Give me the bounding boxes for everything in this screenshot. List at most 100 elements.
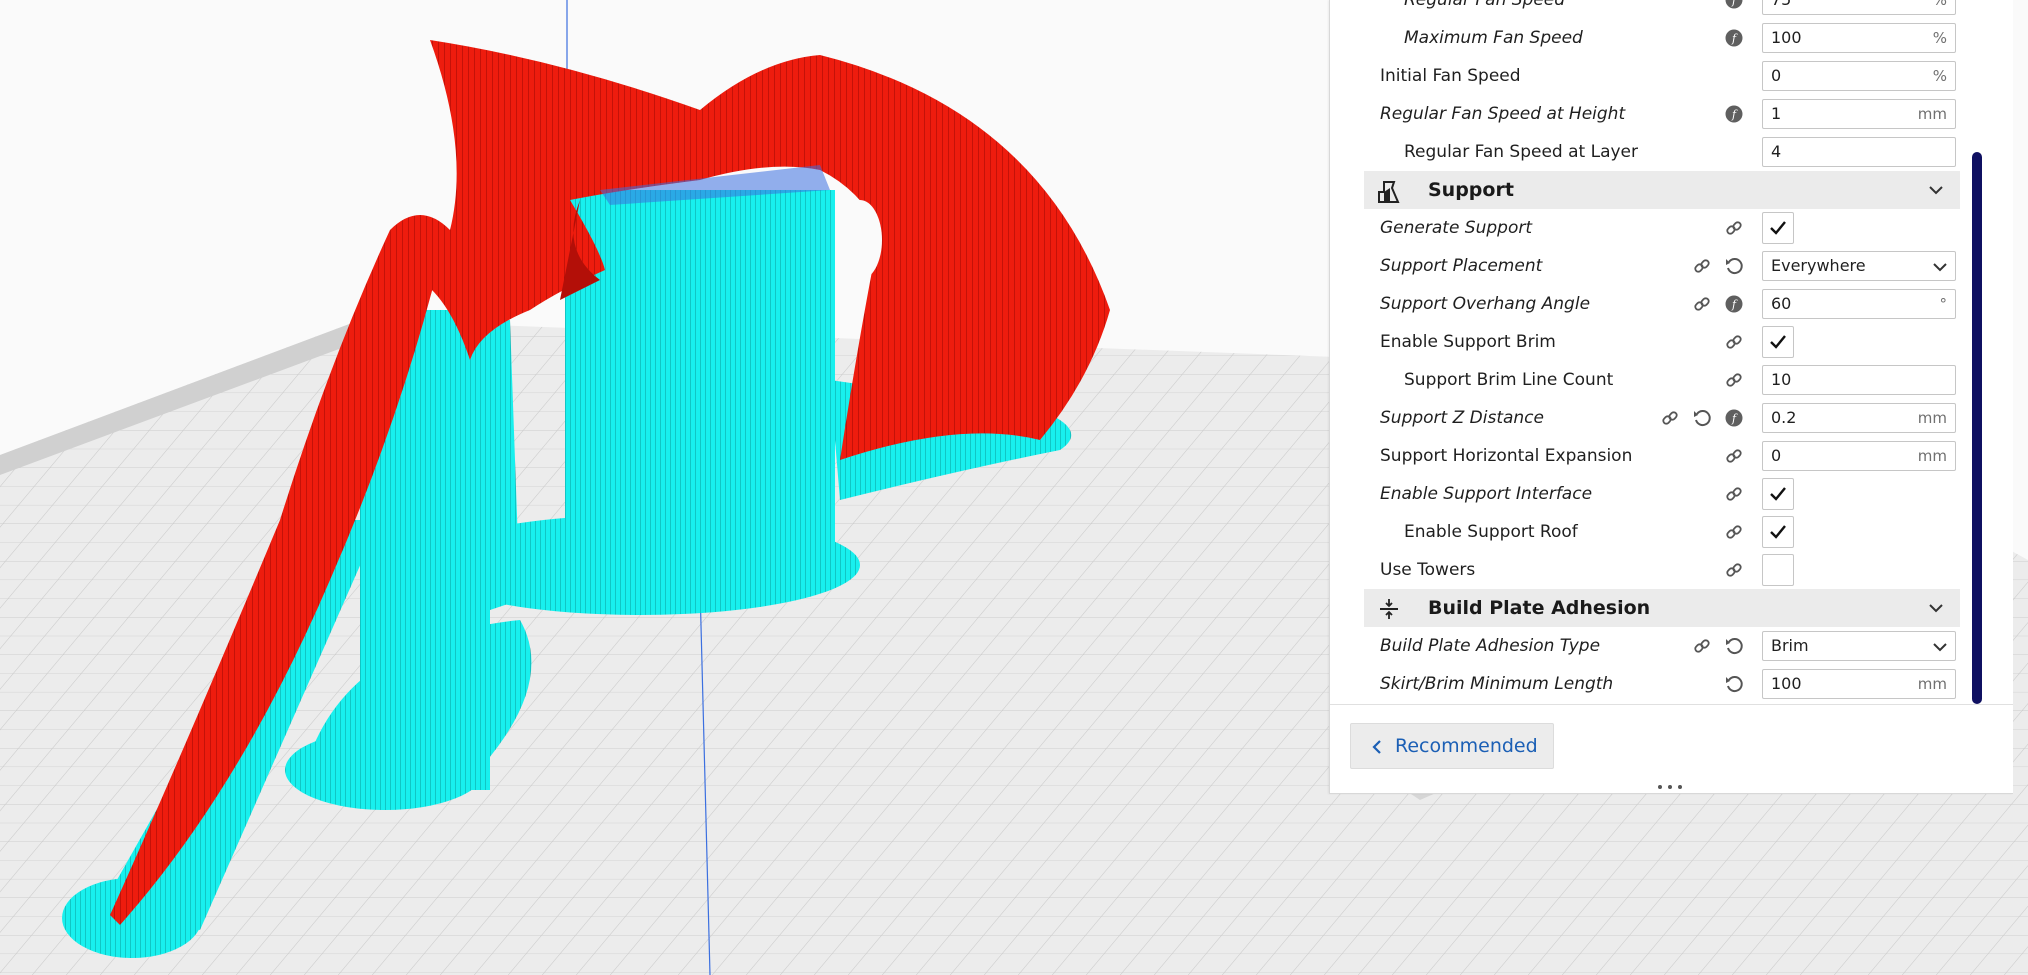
resize-handle-icon[interactable] xyxy=(1655,783,1685,791)
use-towers-checkbox[interactable] xyxy=(1762,554,1794,586)
setting-label: Initial Fan Speed xyxy=(1380,66,1521,86)
setting-label: Enable Support Brim xyxy=(1380,332,1556,352)
enable-support-brim-checkbox[interactable] xyxy=(1762,326,1794,358)
link-icon[interactable] xyxy=(1692,636,1712,656)
setting-input[interactable]: 100 % xyxy=(1762,23,1956,53)
chevron-left-icon xyxy=(1372,740,1381,754)
support-placement-select[interactable]: Everywhere xyxy=(1762,251,1956,281)
setting-label: Enable Support Roof xyxy=(1404,522,1578,542)
setting-input[interactable]: 75 % xyxy=(1762,0,1956,15)
checkmark-icon xyxy=(1770,525,1786,539)
custom-settings-panel: Regular Fan Speed f 75 % Maximum Fan Spe… xyxy=(1329,0,2013,794)
setting-row-support-overhang-angle[interactable]: Support Overhang Angle f 60 ° xyxy=(1330,285,1980,323)
setting-label: Skirt/Brim Minimum Length xyxy=(1380,674,1614,694)
reset-icon[interactable] xyxy=(1724,636,1744,656)
category-title: Support xyxy=(1428,179,1514,201)
checkmark-icon xyxy=(1770,487,1786,501)
input-value: 0 xyxy=(1771,66,1782,85)
setting-row-enable-support-roof[interactable]: Enable Support Roof xyxy=(1330,513,1980,551)
category-title: Build Plate Adhesion xyxy=(1428,597,1651,619)
setting-input[interactable]: 1 mm xyxy=(1762,99,1956,129)
generate-support-checkbox[interactable] xyxy=(1762,212,1794,244)
link-icon[interactable] xyxy=(1724,218,1744,238)
chevron-down-icon[interactable] xyxy=(1928,600,1944,616)
category-support[interactable]: Support xyxy=(1364,171,1960,209)
recommended-button[interactable]: Recommended xyxy=(1350,723,1554,769)
function-icon[interactable]: f xyxy=(1724,0,1744,10)
input-value: 60 xyxy=(1771,294,1792,313)
input-value: 1 xyxy=(1771,104,1782,123)
setting-row-enable-support-interface[interactable]: Enable Support Interface xyxy=(1330,475,1980,513)
category-build-plate-adhesion[interactable]: Build Plate Adhesion xyxy=(1364,589,1960,627)
link-icon[interactable] xyxy=(1692,256,1712,276)
setting-input[interactable]: 10 xyxy=(1762,365,1956,395)
input-unit: mm xyxy=(1917,447,1947,465)
link-icon[interactable] xyxy=(1724,446,1744,466)
setting-label: Support Placement xyxy=(1380,256,1543,276)
reset-icon[interactable] xyxy=(1724,674,1744,694)
function-icon[interactable]: f xyxy=(1724,294,1744,314)
setting-row-initial-fan-speed[interactable]: Initial Fan Speed 0 % xyxy=(1330,57,1980,95)
setting-row-support-brim-line-count[interactable]: Support Brim Line Count 10 xyxy=(1330,361,1980,399)
reset-icon[interactable] xyxy=(1692,408,1712,428)
setting-input[interactable]: 100 mm xyxy=(1762,669,1956,699)
function-icon[interactable]: f xyxy=(1724,104,1744,124)
enable-support-interface-checkbox[interactable] xyxy=(1762,478,1794,510)
setting-row-build-plate-adhesion-type[interactable]: Build Plate Adhesion Type Brim xyxy=(1330,627,1980,665)
link-icon[interactable] xyxy=(1724,560,1744,580)
function-icon[interactable]: f xyxy=(1724,28,1744,48)
input-value: 75 xyxy=(1771,0,1791,14)
setting-label: Support Overhang Angle xyxy=(1380,294,1591,314)
setting-input[interactable]: 4 xyxy=(1762,137,1956,167)
setting-row-skirt-brim-minimum-length[interactable]: Skirt/Brim Minimum Length 100 mm xyxy=(1330,665,1980,703)
setting-row-regular-fan-speed-at-height[interactable]: Regular Fan Speed at Height f 1 mm xyxy=(1330,95,1980,133)
setting-label: Use Towers xyxy=(1380,560,1476,580)
select-value: Everywhere xyxy=(1771,256,1866,275)
setting-row-regular-fan-speed-at-layer[interactable]: Regular Fan Speed at Layer 4 xyxy=(1330,133,1980,171)
link-icon[interactable] xyxy=(1724,332,1744,352)
setting-input[interactable]: 0 mm xyxy=(1762,441,1956,471)
chevron-down-icon[interactable] xyxy=(1928,182,1944,198)
adhesion-icon xyxy=(1380,599,1398,619)
recommended-button-label: Recommended xyxy=(1395,735,1538,757)
setting-row-maximum-fan-speed[interactable]: Maximum Fan Speed f 100 % xyxy=(1330,19,1980,57)
link-icon[interactable] xyxy=(1724,370,1744,390)
setting-label: Regular Fan Speed at Height xyxy=(1380,104,1626,124)
setting-label: Support Brim Line Count xyxy=(1404,370,1614,390)
input-unit: % xyxy=(1932,67,1947,85)
setting-input[interactable]: 0.2 mm xyxy=(1762,403,1956,433)
setting-row-use-towers[interactable]: Use Towers xyxy=(1330,551,1980,589)
setting-row-enable-support-brim[interactable]: Enable Support Brim xyxy=(1330,323,1980,361)
input-unit: mm xyxy=(1917,675,1947,693)
chevron-down-icon xyxy=(1933,263,1947,272)
setting-row-generate-support[interactable]: Generate Support xyxy=(1330,209,1980,247)
adhesion-type-select[interactable]: Brim xyxy=(1762,631,1956,661)
setting-row-support-z-distance[interactable]: Support Z Distance f 0.2 mm xyxy=(1330,399,1980,437)
setting-input[interactable]: 60 ° xyxy=(1762,289,1956,319)
link-icon[interactable] xyxy=(1724,484,1744,504)
setting-row-regular-fan-speed[interactable]: Regular Fan Speed f 75 % xyxy=(1330,0,1980,19)
reset-icon[interactable] xyxy=(1724,256,1744,276)
input-value: 4 xyxy=(1771,142,1782,161)
setting-row-support-placement[interactable]: Support Placement Everywhere xyxy=(1330,247,1980,285)
setting-row-support-horizontal-expansion[interactable]: Support Horizontal Expansion 0 mm xyxy=(1330,437,1980,475)
setting-input[interactable]: 0 % xyxy=(1762,61,1956,91)
enable-support-roof-checkbox[interactable] xyxy=(1762,516,1794,548)
settings-scrollbar[interactable] xyxy=(1972,152,1982,704)
support-icon xyxy=(1378,181,1400,203)
function-icon[interactable]: f xyxy=(1724,408,1744,428)
settings-list[interactable]: Regular Fan Speed f 75 % Maximum Fan Spe… xyxy=(1330,0,2013,704)
input-value: 100 xyxy=(1771,28,1802,47)
setting-label: Generate Support xyxy=(1380,218,1533,238)
link-icon[interactable] xyxy=(1724,522,1744,542)
setting-label: Regular Fan Speed at Layer xyxy=(1404,142,1638,162)
input-unit: % xyxy=(1932,0,1947,9)
link-icon[interactable] xyxy=(1660,408,1680,428)
setting-label: Regular Fan Speed xyxy=(1404,0,1566,10)
checkmark-icon xyxy=(1770,221,1786,235)
setting-label: Build Plate Adhesion Type xyxy=(1380,636,1601,656)
input-value: 0 xyxy=(1771,446,1782,465)
link-icon[interactable] xyxy=(1692,294,1712,314)
chevron-down-icon xyxy=(1933,643,1947,652)
setting-label: Maximum Fan Speed xyxy=(1404,28,1583,48)
